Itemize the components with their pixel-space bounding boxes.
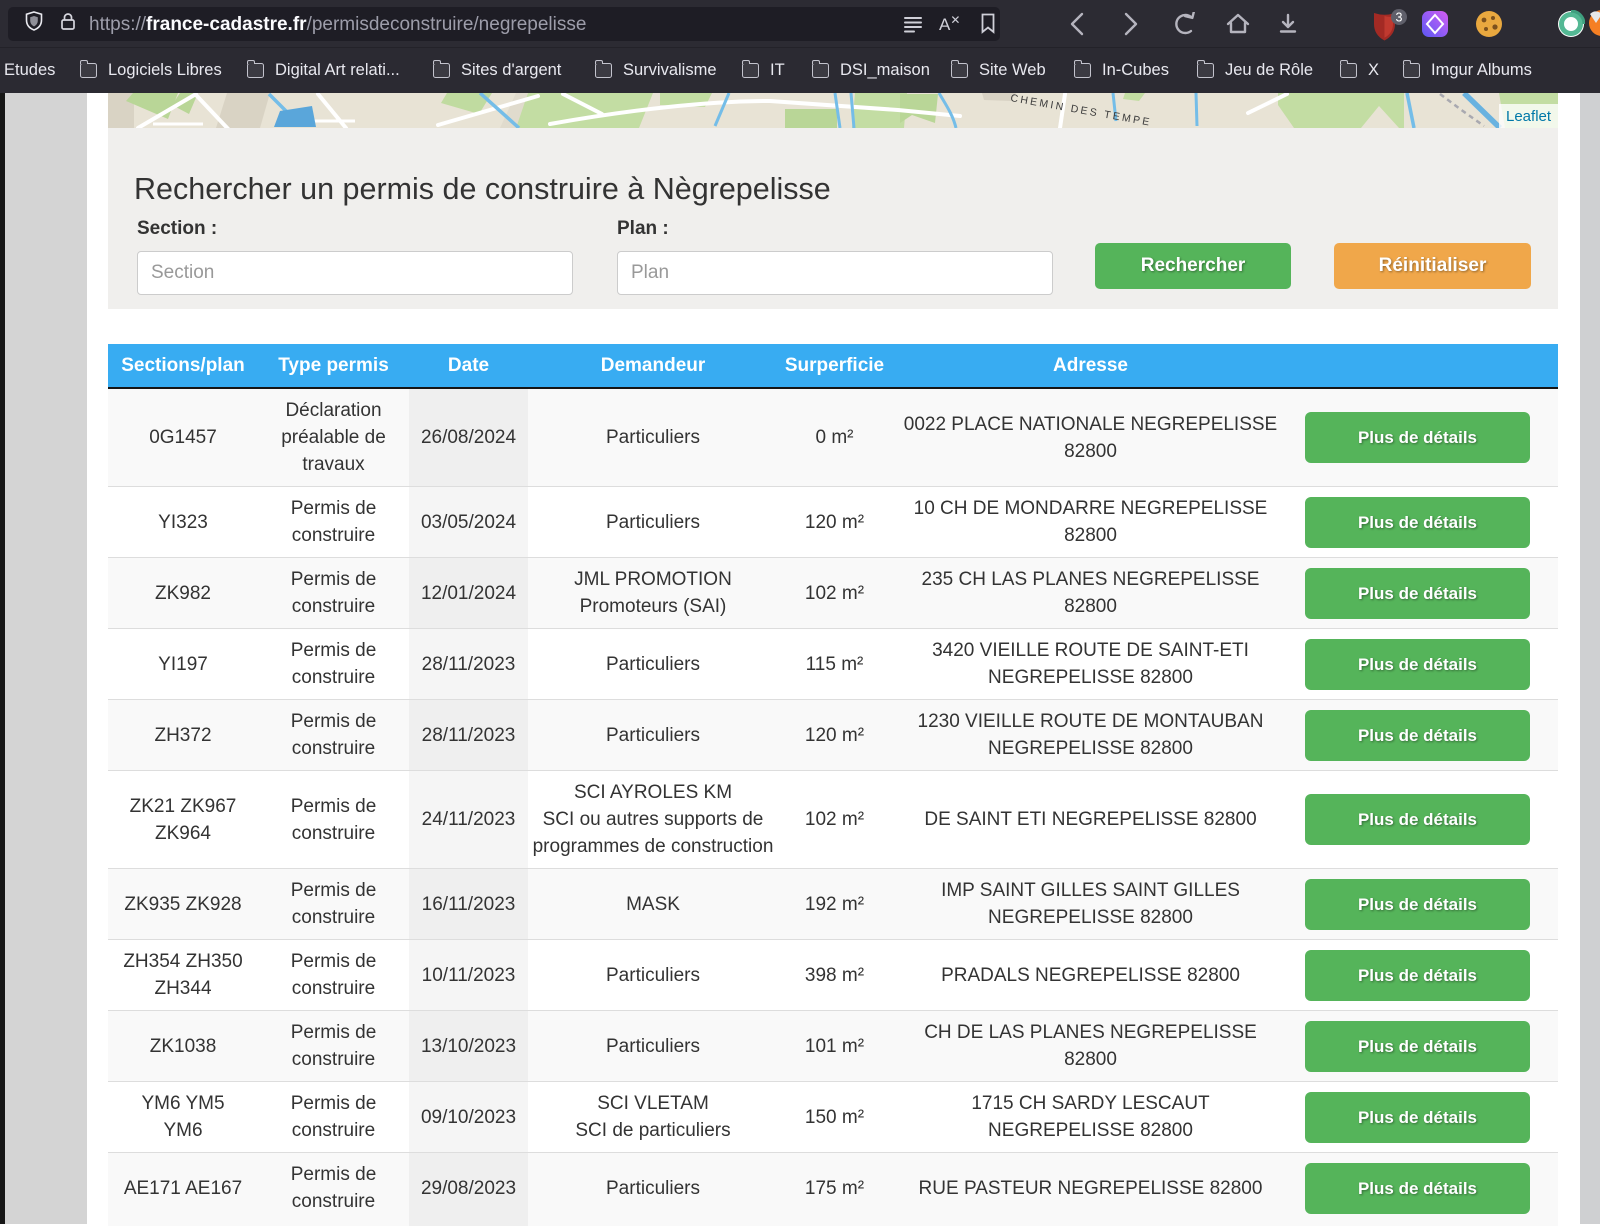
svg-text:3: 3 (1396, 11, 1403, 25)
svg-text:Leaflet: Leaflet (1506, 108, 1552, 125)
